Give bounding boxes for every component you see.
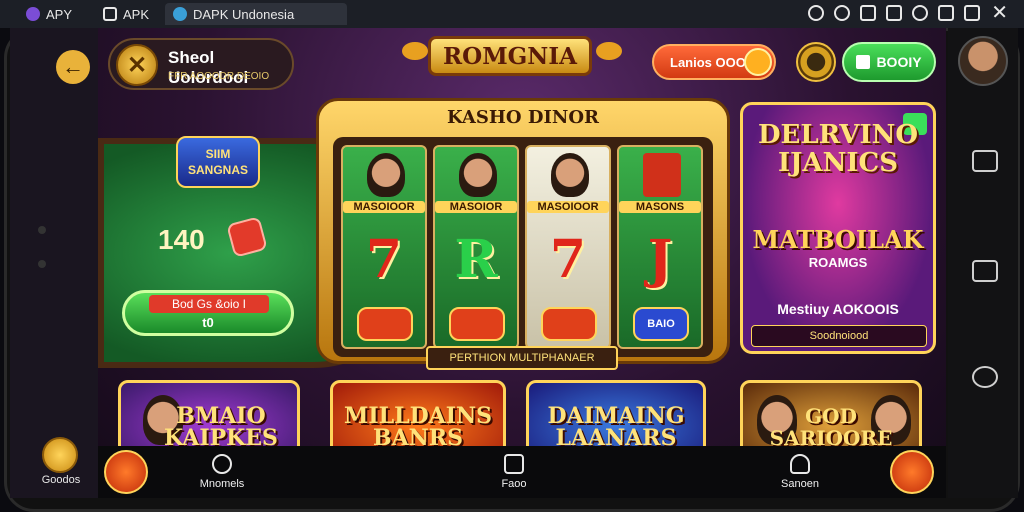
reel-symbol: J [647, 229, 673, 290]
battery-icon[interactable] [860, 5, 876, 21]
puzzle-icon [212, 454, 232, 474]
home-icon [504, 454, 524, 474]
bet-button-value: t0 [202, 315, 214, 330]
app-icon [103, 7, 117, 21]
reel-name: MASOIOR [435, 201, 517, 213]
notification-icon[interactable] [808, 5, 824, 21]
window-icon[interactable] [938, 5, 954, 21]
table-badge: SIIM SANGNAS [176, 136, 260, 188]
promo-subheadline: MATBOILAK [752, 225, 924, 254]
promo-subline: ROAMGS [808, 255, 868, 270]
table-bet-button[interactable]: Bod Gs &oio I t0 [122, 290, 294, 336]
reel-name: MASONS [619, 201, 701, 213]
nav-item-label: Faoo [501, 478, 527, 490]
slot-machine[interactable]: KASHO DINOR MASOIOOR 7 MASOIOR R MASOIOO… [316, 98, 730, 364]
back-nav-icon[interactable] [972, 366, 998, 388]
overview-nav-icon[interactable] [972, 260, 998, 282]
promo-bar: Soodnoiood [751, 325, 927, 347]
chip-icon [541, 307, 597, 341]
home-nav-icon[interactable] [972, 150, 998, 172]
slot-reel: MASOIOOR 7 [525, 145, 611, 349]
nav-item[interactable]: Mnomels [182, 454, 262, 490]
promo-headline: DELRVINO IJANICS [757, 120, 919, 178]
back-arrow-icon[interactable]: ← [56, 50, 90, 84]
fan-icon [643, 153, 681, 197]
green-action-button[interactable]: BOOIY [842, 42, 936, 82]
slot-reels: MASOIOOR 7 MASOIOR R MASOIOOR 7 MASONS J [333, 137, 713, 357]
character-portrait [459, 153, 497, 197]
card-title: DAIMAING LAANARS [547, 403, 685, 451]
wing-icon [402, 42, 428, 60]
wallet-title: Sheol Uolordooi [168, 48, 249, 87]
coin-icon[interactable] [42, 437, 78, 473]
card-title: BMAIO KAIPKES [164, 403, 278, 451]
wallet-subtitle: FFR AOOODR DEOIO [168, 71, 270, 82]
coin-label: Goodos [41, 474, 81, 486]
sensor-dot [38, 260, 46, 268]
slot-caption: PERTHION MULTIPHANAER [426, 346, 618, 370]
tab-label: APK [123, 6, 150, 22]
red-action-button[interactable]: Lanios OOO [652, 44, 776, 80]
square-icon [856, 55, 871, 69]
close-icon[interactable]: ✕ [991, 2, 1008, 24]
reel-name: MASOIOOR [527, 201, 609, 213]
chip-icon [357, 307, 413, 341]
reel-symbol: 7 [365, 229, 403, 290]
wifi-icon[interactable] [834, 5, 850, 21]
tab-label: APY [46, 6, 73, 22]
reel-symbol: 7 [549, 229, 587, 290]
browser-tab[interactable]: APK [95, 3, 157, 25]
browser-tab[interactable]: APY [18, 3, 80, 25]
sensor-dot [38, 226, 46, 234]
promo-line: Mestiuy AOKOOIS [777, 301, 899, 317]
coin-x-icon: ✕ [116, 44, 158, 86]
character-portrait [551, 153, 589, 197]
green-button-label: BOOIY [876, 54, 922, 70]
signal-icon[interactable] [886, 5, 902, 21]
character-portrait [367, 153, 405, 197]
nav-item[interactable]: Sanoen [760, 454, 840, 490]
chip-icon [449, 307, 505, 341]
game-logo: ROMGNIA [428, 36, 592, 76]
table-amount: 140 [158, 224, 205, 255]
avatar[interactable] [958, 36, 1008, 86]
system-icons [808, 5, 980, 21]
wand-icon[interactable] [890, 450, 934, 494]
wing-icon [596, 42, 622, 60]
nav-item[interactable]: Faoo [474, 454, 554, 490]
tab-label: DAPK Undonesia [193, 6, 295, 22]
game-area: ✕ Sheol Uolordooi FFR AOOODR DEOIO ROMGN… [98, 28, 946, 498]
search-icon[interactable] [104, 450, 148, 494]
browser-top-bar: APY APK DAPK Undonesia ✕ [0, 0, 1024, 28]
browser-tab-active[interactable]: DAPK Undonesia [165, 3, 347, 25]
bet-button-label: Bod Gs &oio I [149, 295, 269, 313]
slot-reel: MASOIOR R [433, 145, 519, 349]
knob-icon [744, 48, 772, 76]
gear-icon[interactable] [796, 42, 836, 82]
card-title: MILLDAINS BANRS [343, 403, 493, 451]
reel-name: MASOIOOR [343, 201, 425, 213]
sync-icon[interactable] [912, 5, 928, 21]
slot-title: KASHO DINOR [447, 107, 599, 128]
left-rail [10, 28, 98, 498]
nav-item-label: Mnomels [199, 478, 245, 490]
app-icon [26, 7, 40, 21]
red-button-label: Lanios OOO [670, 54, 746, 70]
chip-label: BAIO [633, 307, 689, 341]
promo-panel[interactable]: DELRVINO IJANICS MATBOILAK ROAMGS Mestiu… [740, 102, 936, 354]
globe-icon [173, 7, 187, 21]
nav-item-label: Sanoen [781, 478, 819, 490]
expand-icon[interactable] [964, 5, 980, 21]
reel-symbol: R [454, 229, 498, 290]
bottom-nav: Mnomels Faoo Sanoen [98, 446, 946, 498]
card-title: GOD SARIOORE [769, 404, 893, 450]
slot-reel: MASOIOOR 7 [341, 145, 427, 349]
slot-reel: MASONS J BAIO [617, 145, 703, 349]
wallet-panel[interactable]: ✕ Sheol Uolordooi FFR AOOODR DEOIO [108, 38, 294, 90]
profile-icon [790, 454, 810, 474]
